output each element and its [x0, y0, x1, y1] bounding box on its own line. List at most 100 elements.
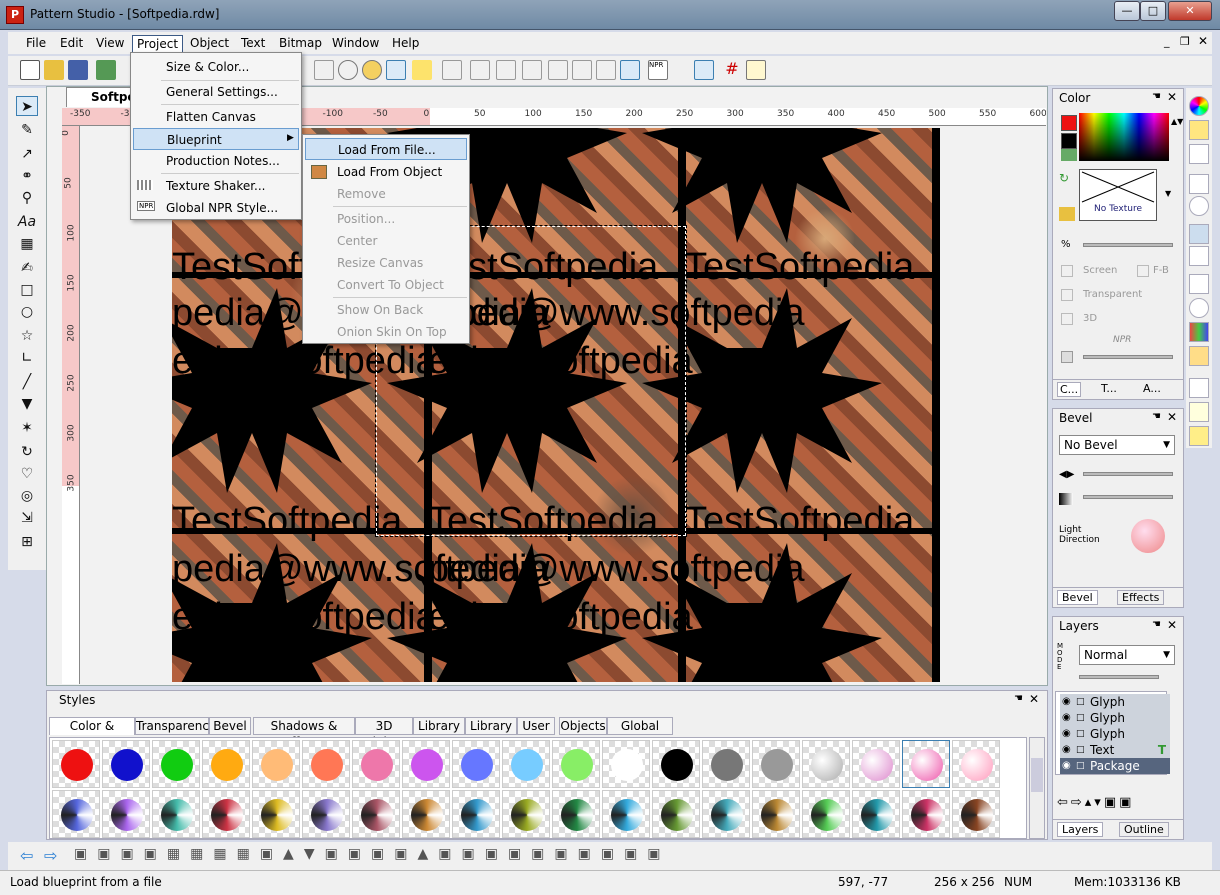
sparkle-tool-icon[interactable]: ✶	[16, 418, 38, 438]
tab-3d-lights[interactable]: 3D Lights	[355, 717, 413, 749]
opacity-slider[interactable]	[1083, 243, 1173, 247]
line-tool-icon[interactable]: ╱	[16, 372, 38, 392]
style-swatch[interactable]	[702, 740, 750, 788]
open-icon[interactable]	[44, 60, 64, 80]
light-direction-sphere[interactable]	[1131, 519, 1165, 553]
tab-bevel[interactable]: Bevel	[209, 717, 251, 735]
menu-window[interactable]: Window	[328, 35, 383, 53]
spiral-tool-icon[interactable]: ◎	[16, 486, 38, 506]
back-arrow-icon[interactable]: ⇦	[20, 846, 33, 865]
tab-alpha[interactable]: A...	[1141, 382, 1163, 395]
layer-row[interactable]: ◉ □ Glyph	[1060, 726, 1170, 742]
style-swatch[interactable]	[52, 740, 100, 788]
styles-scrollbar[interactable]	[1029, 737, 1045, 839]
curve-tool-icon[interactable]: ∟	[16, 348, 38, 368]
grid-snap-icon[interactable]	[1189, 402, 1209, 422]
secondary-color-swatch[interactable]	[1061, 133, 1077, 149]
redo-icon[interactable]	[314, 60, 334, 80]
style-swatch[interactable]	[952, 740, 1000, 788]
import-icon[interactable]	[96, 60, 116, 80]
tab-layers[interactable]: Layers	[1057, 822, 1104, 837]
menu-load-from-file[interactable]: Load From File...	[305, 138, 467, 160]
menu-help[interactable]: Help	[388, 35, 423, 53]
spectrum-arrow-icon[interactable]: ▲▼	[1171, 117, 1183, 126]
transform-tool-icon[interactable]: ⇲	[16, 508, 38, 528]
lock-icon[interactable]: □	[1076, 742, 1085, 758]
lock-icon[interactable]: □	[1076, 758, 1085, 774]
lasso-icon[interactable]: ⚭	[16, 166, 38, 186]
effects-icon[interactable]	[1189, 196, 1209, 216]
shape-select-icon[interactable]	[386, 60, 406, 80]
bevel-depth-slider[interactable]	[1083, 495, 1173, 499]
style-swatch[interactable]	[102, 740, 150, 788]
npr-icon[interactable]: NPR	[648, 60, 668, 80]
bevel-width-slider[interactable]	[1083, 472, 1173, 476]
style-swatch[interactable]	[252, 790, 300, 838]
style-swatch[interactable]	[852, 790, 900, 838]
new-icon[interactable]	[20, 60, 40, 80]
select-arrow-icon[interactable]: ➤	[16, 96, 38, 116]
style-swatch[interactable]	[352, 790, 400, 838]
arrange-icon[interactable]	[572, 60, 592, 80]
style-swatch[interactable]	[552, 740, 600, 788]
style-swatch[interactable]	[552, 790, 600, 838]
warp-tool-icon[interactable]: ♡	[16, 464, 38, 484]
menu-global-npr-style[interactable]: Global NPR Style...	[133, 197, 299, 219]
panel-close-icon[interactable]: ✕	[1167, 90, 1177, 104]
menu-bitmap[interactable]: Bitmap	[275, 35, 326, 53]
text-tool-icon[interactable]: Aa	[16, 212, 38, 232]
tab-color-texture[interactable]: Color & Texture	[49, 717, 135, 749]
star-tool-icon[interactable]: ☆	[16, 326, 38, 346]
style-swatch[interactable]	[802, 740, 850, 788]
3d-checkbox[interactable]	[1061, 313, 1073, 325]
arrange-tools-icons[interactable]: ▣▣▣▣▦▦▦▦▣▲▼▣▣▣▣▲▣▣▣▣▣▣▣▣▣▣	[74, 846, 834, 866]
tab-outline[interactable]: Outline	[1119, 822, 1169, 837]
layer-row[interactable]: ◉ □ Glyph	[1060, 694, 1170, 710]
pen-tool-icon[interactable]: ✍	[16, 258, 38, 278]
layer-opacity-slider[interactable]	[1079, 675, 1159, 679]
frame-icon[interactable]	[620, 60, 640, 80]
style-swatch[interactable]	[752, 790, 800, 838]
refresh-icon[interactable]: ↻	[1059, 171, 1069, 185]
text-path-icon[interactable]	[596, 60, 616, 80]
shadow-icon[interactable]	[1189, 274, 1209, 294]
style-swatch[interactable]	[402, 740, 450, 788]
menu-project[interactable]: Project	[132, 35, 184, 53]
menu-object[interactable]: Object	[186, 35, 233, 53]
color-wheel-icon[interactable]	[1189, 96, 1209, 116]
eye-icon[interactable]: ◉	[1062, 726, 1071, 742]
style-swatch[interactable]	[152, 790, 200, 838]
style-swatch[interactable]	[952, 790, 1000, 838]
eye-icon[interactable]: ◉	[1062, 758, 1071, 774]
move-icon[interactable]	[1189, 426, 1209, 446]
style-swatch[interactable]	[652, 740, 700, 788]
style-swatch[interactable]	[52, 790, 100, 838]
pin-icon[interactable]: ☚	[1014, 693, 1023, 704]
layers-icon[interactable]	[1189, 224, 1209, 244]
erase-icon[interactable]	[442, 60, 462, 80]
open-texture-icon[interactable]	[1059, 207, 1075, 221]
scatter-icon[interactable]	[522, 60, 542, 80]
pin-icon[interactable]: ☚	[1152, 619, 1161, 630]
rotate-tool-icon[interactable]: ↻	[16, 442, 38, 462]
panel-close-icon[interactable]: ✕	[1029, 692, 1039, 706]
dropdown-arrow-icon[interactable]: ▼	[1165, 189, 1171, 198]
tab-shadows-effects[interactable]: Shadows & Effects	[253, 717, 355, 749]
wand-icon[interactable]	[496, 60, 516, 80]
style-swatch[interactable]	[152, 740, 200, 788]
npr-icon[interactable]	[1061, 351, 1073, 363]
lock-icon[interactable]: □	[1076, 710, 1085, 726]
preview-icon[interactable]	[746, 60, 766, 80]
outline-icon[interactable]	[1189, 246, 1209, 266]
alpha-icon[interactable]	[1189, 144, 1209, 164]
tab-global-npr[interactable]: Global NPR	[607, 717, 673, 749]
transparent-checkbox[interactable]	[1061, 289, 1073, 301]
layer-row-selected[interactable]: ◉ □ Package	[1060, 758, 1170, 774]
brush-library-icon[interactable]	[1189, 346, 1209, 366]
menu-view[interactable]: View	[92, 35, 128, 53]
style-swatch[interactable]	[452, 740, 500, 788]
menu-flatten-canvas[interactable]: Flatten Canvas	[133, 106, 299, 128]
screen-checkbox[interactable]	[1061, 265, 1073, 277]
style-swatch[interactable]	[302, 740, 350, 788]
blend-mode-select[interactable]: Normal ▼	[1079, 645, 1175, 665]
